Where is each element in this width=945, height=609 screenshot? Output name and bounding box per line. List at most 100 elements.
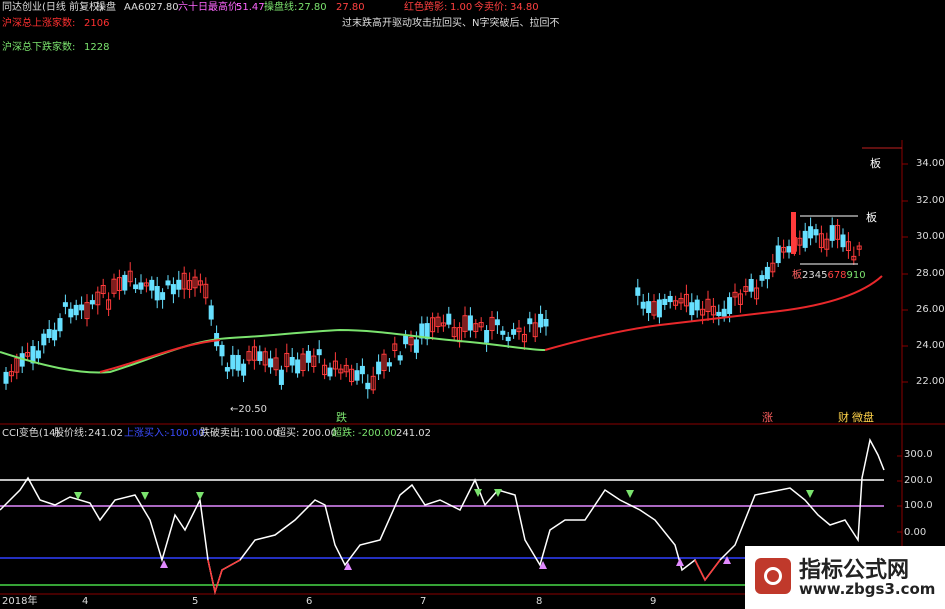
cai-marker: 财 [838, 411, 849, 424]
candle-body [386, 362, 392, 367]
candle-body [640, 301, 646, 309]
x-axis-label: 5 [192, 596, 199, 607]
candle-body [446, 313, 452, 325]
candle-body [208, 305, 214, 320]
candle-body [484, 330, 490, 343]
sell-signal-arrow [141, 492, 149, 500]
x-axis-label: 9 [650, 596, 657, 607]
candle-body [46, 329, 52, 338]
candle-body [230, 354, 236, 370]
sell-signal-arrow [196, 492, 204, 500]
mode-label: 操盘 [96, 2, 116, 13]
candle-body [694, 299, 700, 311]
candle-body [68, 308, 74, 318]
price-tick: 32.00 [916, 195, 945, 206]
candle-body [35, 350, 41, 359]
x-axis-label: 6 [306, 596, 313, 607]
candle-body [57, 318, 63, 332]
candle-body [149, 279, 155, 291]
candle-body [257, 351, 263, 361]
x-axis-label: 2018年 [2, 596, 38, 607]
candle-body [494, 319, 500, 326]
candle-body [268, 358, 274, 368]
price-tick: 26.00 [916, 304, 945, 315]
candle-body [359, 365, 365, 375]
candle-body [397, 355, 403, 361]
candle-body [808, 226, 814, 239]
candle-body [305, 350, 311, 363]
candle-body [775, 245, 781, 264]
count-red: 678 [827, 270, 847, 281]
candle-body [689, 302, 695, 316]
oversell-value: -200.00 [358, 428, 397, 439]
candle-body [176, 279, 182, 290]
candle-body [133, 284, 139, 290]
site-logo-icon [755, 558, 791, 594]
candle-body [138, 282, 144, 290]
candle-body [154, 286, 160, 301]
candle-body [219, 344, 225, 357]
candle-body [289, 357, 295, 366]
candle-body [52, 329, 58, 341]
candle-body [543, 318, 549, 327]
x-axis-label: 8 [536, 596, 543, 607]
weipan-marker: 微盘 [852, 411, 874, 424]
candle-body [721, 308, 727, 317]
watermark-url: www.zbgs3.com [799, 580, 936, 598]
candle-body [79, 304, 85, 311]
candle-body [73, 304, 79, 316]
candle-body [759, 275, 765, 281]
stock-chart[interactable] [0, 0, 945, 609]
limit-up-candle [791, 212, 796, 254]
down-sell-label: 跌破卖出: [200, 428, 244, 439]
high60-value: 51.47 [236, 2, 265, 13]
sell-signal-arrow [626, 490, 634, 498]
price-tick: 34.00 [916, 158, 945, 169]
sh-up-label: 沪深总上涨家数: [2, 18, 76, 29]
up-buy-value: -100.00 [166, 428, 205, 439]
candle-body [413, 339, 419, 353]
candle-body [3, 371, 9, 384]
buy-signal-arrow [160, 560, 168, 568]
candle-body [376, 361, 382, 375]
candle-body [527, 318, 533, 325]
price-tick: 24.00 [916, 340, 945, 351]
today-price-label: 今卖价: [474, 2, 508, 13]
count-prefix: 板 [792, 270, 802, 281]
cci-tick: 300.0 [904, 449, 933, 460]
price-tick: 28.00 [916, 268, 945, 279]
indicator-last-value: 241.02 [396, 428, 431, 439]
candle-body [667, 295, 673, 303]
candle-body [365, 382, 371, 390]
x-axis-label: 7 [420, 596, 427, 607]
candle-body [403, 335, 409, 345]
buy-signal-arrow [676, 558, 684, 566]
candle-body [662, 298, 668, 305]
today-price-value: 34.80 [510, 2, 539, 13]
candle-body [327, 367, 333, 377]
cci-oversold-segment [694, 559, 721, 582]
candle-body [500, 330, 506, 335]
cci-tick: 0.00 [904, 527, 927, 538]
count-white: 2345 [802, 270, 828, 281]
candle-body [278, 369, 284, 385]
candle-body [786, 246, 792, 253]
down-sell-value: 100.00 [244, 428, 279, 439]
sell-signal-arrow [806, 490, 814, 498]
trade-line-value: 27.80 [298, 2, 327, 13]
sh-up-value: 2106 [84, 18, 110, 29]
candle-body [802, 230, 808, 248]
count-green: 910 [846, 270, 866, 281]
candle-body [354, 370, 360, 381]
candle-body [467, 315, 473, 331]
candle-body [646, 301, 652, 314]
candle-body [122, 274, 128, 291]
candle-body [748, 278, 754, 292]
candle-body [41, 333, 47, 346]
oversell-label: 超跌: [332, 428, 356, 439]
low-price-annotation: ←20.50 [230, 404, 268, 415]
up-buy-label: 上涨买入: [124, 428, 168, 439]
x-axis-label: 4 [82, 596, 89, 607]
candle-body [505, 336, 511, 342]
candle-body [656, 299, 662, 318]
